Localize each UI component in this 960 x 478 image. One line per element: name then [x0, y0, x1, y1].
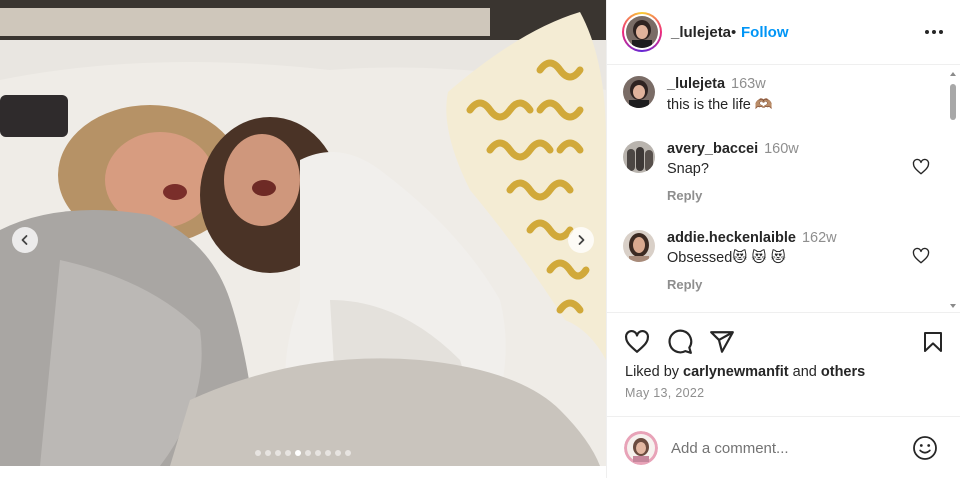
carousel-indicator	[0, 450, 606, 456]
carousel-dot	[285, 450, 291, 456]
share-button[interactable]	[708, 328, 736, 356]
carousel-dot	[255, 450, 261, 456]
add-comment-bar	[607, 416, 960, 478]
heart-icon[interactable]	[912, 158, 930, 176]
comment-username-text[interactable]: _lulejeta	[667, 76, 725, 92]
liked-by-and: and	[792, 364, 817, 380]
post-author-username[interactable]: _lulejeta	[671, 24, 731, 41]
comment-time[interactable]: 163w	[731, 76, 766, 92]
post-actions: Liked by carlynewmanfit and others May 1…	[607, 312, 960, 427]
comment-username[interactable]: _lulejeta 163w	[667, 76, 766, 92]
scroll-up-arrow-icon[interactable]	[949, 70, 957, 78]
comment-username-text[interactable]: addie.heckenlaible	[667, 230, 796, 246]
carousel-next-button[interactable]	[568, 227, 594, 253]
post-media[interactable]	[0, 0, 606, 466]
comment-text: Snap?	[667, 161, 709, 177]
avatar[interactable]	[624, 431, 658, 465]
comment-icon	[668, 329, 693, 354]
avatar[interactable]	[623, 76, 655, 108]
comment-username-text[interactable]: avery_baccei	[667, 141, 758, 157]
like-button[interactable]	[623, 328, 651, 356]
story-ring[interactable]	[622, 12, 662, 52]
carousel-dot	[315, 450, 321, 456]
post-date[interactable]: May 13, 2022	[625, 386, 704, 400]
follow-button[interactable]: Follow	[741, 24, 789, 41]
send-icon	[710, 331, 734, 353]
heart-icon	[625, 329, 649, 353]
comment-username[interactable]: addie.heckenlaible 162w	[667, 230, 837, 246]
liked-by-text: Liked by carlynewmanfit and others	[625, 364, 865, 380]
more-horizontal-icon	[925, 30, 943, 34]
reply-button[interactable]: Reply	[667, 188, 702, 203]
avatar[interactable]	[623, 141, 655, 173]
carousel-dot	[295, 450, 301, 456]
carousel-dot	[265, 450, 271, 456]
scroll-down-arrow-icon[interactable]	[949, 302, 957, 310]
comment-text: Obsessed😻 😻 😻	[667, 250, 786, 266]
comment-time[interactable]: 160w	[764, 141, 799, 157]
comments-scrollbar[interactable]	[947, 68, 959, 312]
carousel-dot	[325, 450, 331, 456]
post-photo	[0, 0, 606, 466]
liked-by-user-link[interactable]: carlynewmanfit	[683, 364, 789, 380]
carousel-dot	[275, 450, 281, 456]
heart-icon[interactable]	[912, 247, 930, 265]
more-options-button[interactable]	[923, 22, 945, 42]
emoji-icon[interactable]	[912, 435, 938, 461]
post-side-panel: _lulejeta • Follow _lulejeta 163w this is…	[606, 0, 960, 478]
liked-by-prefix: Liked by	[625, 364, 680, 380]
carousel-dot	[345, 450, 351, 456]
avatar[interactable]	[623, 230, 655, 262]
add-comment-input[interactable]	[671, 437, 901, 459]
separator-dot: •	[731, 24, 737, 41]
post-header: _lulejeta • Follow	[607, 0, 960, 65]
comment-username[interactable]: avery_baccei 160w	[667, 141, 799, 157]
chevron-right-icon	[578, 235, 585, 245]
media-bottom-strip	[0, 466, 606, 478]
comment-button[interactable]	[666, 328, 694, 356]
carousel-dot	[335, 450, 341, 456]
reply-button[interactable]: Reply	[667, 277, 702, 292]
carousel-dot	[305, 450, 311, 456]
scrollbar-thumb[interactable]	[950, 84, 956, 120]
avatar	[626, 16, 658, 48]
bookmark-icon	[924, 332, 942, 352]
liked-by-others-link[interactable]: others	[821, 364, 865, 380]
chevron-left-icon	[21, 235, 28, 245]
comments-list[interactable]: _lulejeta 163w this is the life 🫶🏽 avery_…	[607, 66, 960, 312]
carousel-prev-button[interactable]	[12, 227, 38, 253]
comment-text: this is the life 🫶🏽	[667, 97, 773, 113]
save-button[interactable]	[919, 328, 947, 356]
comment-time[interactable]: 162w	[802, 230, 837, 246]
